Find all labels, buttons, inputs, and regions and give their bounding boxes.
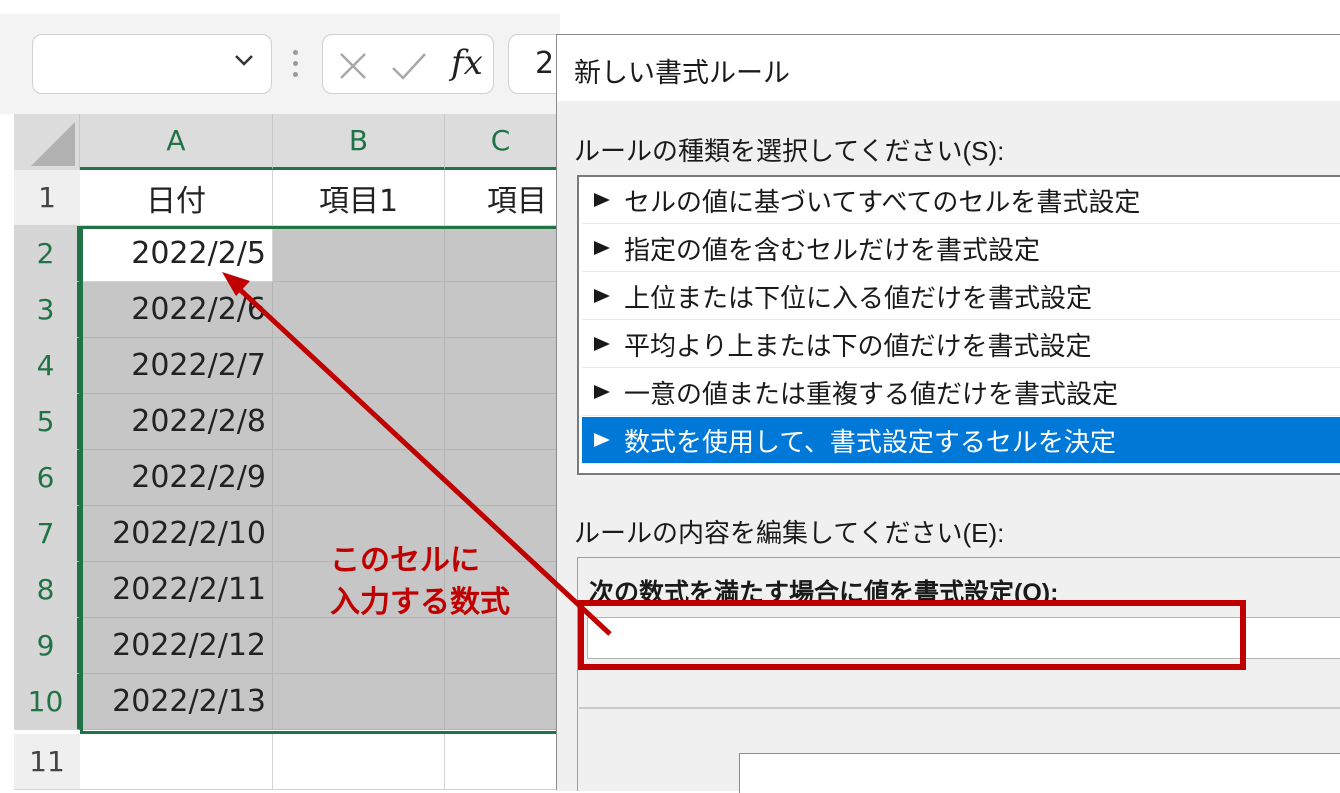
formula-buttons: fx	[322, 34, 494, 94]
cell-a9[interactable]: 2022/2/12	[80, 618, 273, 674]
pointer-icon	[594, 385, 610, 399]
row-header[interactable]: 7	[14, 506, 80, 562]
cell-c11[interactable]	[445, 734, 557, 790]
check-icon[interactable]	[391, 52, 427, 80]
column-header-c[interactable]: C	[445, 114, 557, 170]
row-header[interactable]: 1	[14, 170, 80, 226]
row-header[interactable]: 9	[14, 618, 80, 674]
column-header-b[interactable]: B	[273, 114, 445, 170]
row-header[interactable]: 8	[14, 562, 80, 618]
cell-a11[interactable]	[80, 734, 273, 790]
cell-c6[interactable]	[445, 450, 557, 506]
chevron-down-icon[interactable]	[233, 49, 255, 71]
annotation-line1: このセルに	[330, 543, 480, 578]
cell-a4[interactable]: 2022/2/7	[80, 338, 273, 394]
cell-b10[interactable]	[273, 674, 445, 730]
row-header[interactable]: 6	[14, 450, 80, 506]
cell-c10[interactable]	[445, 674, 557, 730]
format-preview	[739, 753, 1340, 793]
pointer-icon	[594, 289, 610, 303]
rule-type-item[interactable]: 一意の値または重複する値だけを書式設定	[582, 369, 1340, 416]
row-header[interactable]: 10	[14, 674, 80, 730]
cell-a7[interactable]: 2022/2/10	[80, 506, 273, 562]
cell-a1[interactable]: 日付	[80, 170, 273, 226]
annotation-line2: 入力する数式	[330, 585, 510, 620]
row-header[interactable]: 11	[14, 734, 80, 790]
cell-c4[interactable]	[445, 338, 557, 394]
pointer-icon	[594, 193, 610, 207]
cell-a2[interactable]: 2022/2/5	[80, 226, 273, 282]
cell-a3[interactable]: 2022/2/6	[80, 282, 273, 338]
cell-a8[interactable]: 2022/2/11	[80, 562, 273, 618]
dialog-title[interactable]: 新しい書式ルール	[557, 35, 1340, 101]
cell-b2[interactable]	[273, 226, 445, 282]
cell-b11[interactable]	[273, 734, 445, 790]
row-header[interactable]: 3	[14, 282, 80, 338]
row-header[interactable]: 4	[14, 338, 80, 394]
row-header[interactable]: 2	[14, 226, 80, 282]
cell-b1[interactable]: 項目1	[273, 170, 445, 226]
cell-c9[interactable]	[445, 618, 557, 674]
edit-rule-label: ルールの内容を編集してください(E):	[574, 518, 1005, 548]
rule-type-item[interactable]: 平均より上または下の値だけを書式設定	[582, 321, 1340, 368]
rule-type-item[interactable]: セルの値に基づいてすべてのセルを書式設定	[582, 177, 1340, 224]
cancel-icon[interactable]	[339, 52, 367, 80]
pointer-icon	[594, 337, 610, 351]
cell-a10[interactable]: 2022/2/13	[80, 674, 273, 730]
column-header-a[interactable]: A	[80, 114, 273, 170]
cell-c1[interactable]: 項目	[445, 170, 557, 226]
cell-a5[interactable]: 2022/2/8	[80, 394, 273, 450]
rule-type-label: ルールの種類を選択してください(S):	[574, 136, 1005, 166]
rule-type-item[interactable]: 上位または下位に入る値だけを書式設定	[582, 273, 1340, 320]
divider	[579, 707, 1340, 709]
cell-c2[interactable]	[445, 226, 557, 282]
row-header[interactable]: 5	[14, 394, 80, 450]
rule-type-list[interactable]: セルの値に基づいてすべてのセルを書式設定 指定の値を含むセルだけを書式設定 上位…	[577, 175, 1340, 475]
formula-text: 2	[535, 46, 555, 81]
insert-function-icon[interactable]: fx	[451, 43, 483, 83]
rule-type-item-selected[interactable]: 数式を使用して、書式設定するセルを決定	[582, 417, 1340, 464]
select-all-corner[interactable]	[14, 114, 80, 170]
cell-b4[interactable]	[273, 338, 445, 394]
grip-icon[interactable]	[293, 50, 299, 80]
cell-a6[interactable]: 2022/2/9	[80, 450, 273, 506]
name-box[interactable]	[32, 34, 272, 94]
cell-c3[interactable]	[445, 282, 557, 338]
cell-b6[interactable]	[273, 450, 445, 506]
highlight-box	[578, 600, 1246, 670]
cell-b5[interactable]	[273, 394, 445, 450]
cell-c5[interactable]	[445, 394, 557, 450]
pointer-icon	[594, 433, 610, 447]
cell-b3[interactable]	[273, 282, 445, 338]
new-format-rule-dialog: 新しい書式ルール ルールの種類を選択してください(S): セルの値に基づいてすべ…	[556, 34, 1340, 793]
cell-b9[interactable]	[273, 618, 445, 674]
pointer-icon	[594, 241, 610, 255]
annotation-callout: このセルに 入力する数式	[330, 540, 510, 624]
rule-type-item[interactable]: 指定の値を含むセルだけを書式設定	[582, 225, 1340, 272]
